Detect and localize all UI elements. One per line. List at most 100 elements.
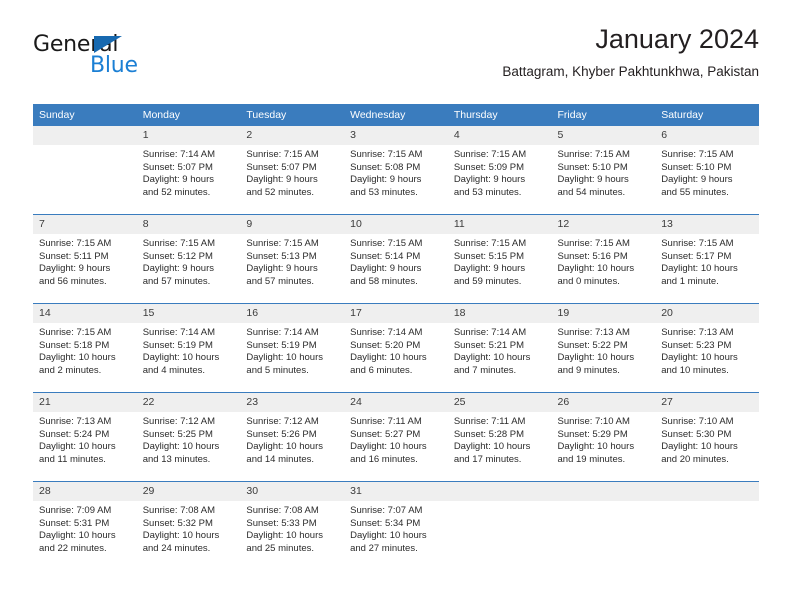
daylight-duration-line2: and 57 minutes. xyxy=(142,275,211,287)
day-number xyxy=(655,482,759,501)
sunset-time: Sunset: 5:26 PM xyxy=(246,428,317,440)
calendar-day-cell[interactable]: 26 Sunrise: 7:10 AM Sunset: 5:29 PM Dayligh… xyxy=(551,392,656,482)
weekday-header-wednesday: Wednesday xyxy=(344,104,448,126)
weekday-header-friday: Friday xyxy=(551,104,656,126)
daylight-duration-line2: and 2 minutes. xyxy=(39,364,102,376)
sunrise-time: Sunrise: 7:10 AM xyxy=(661,416,734,427)
sunrise-time: Sunrise: 7:15 AM xyxy=(39,327,112,338)
sunset-time: Sunset: 5:12 PM xyxy=(142,250,213,262)
sunrise-time: Sunrise: 7:15 AM xyxy=(557,238,630,249)
daylight-duration-line2: and 20 minutes. xyxy=(661,453,729,465)
logo-text-blue: Blue xyxy=(90,53,138,78)
daylight-duration-line2: and 7 minutes. xyxy=(453,364,517,376)
calendar-day-cell[interactable]: 17 Sunrise: 7:14 AM Sunset: 5:20 PM Dayligh… xyxy=(344,303,448,393)
sunset-time: Sunset: 5:08 PM xyxy=(350,161,421,173)
sunrise-time: Sunrise: 7:14 AM xyxy=(453,327,527,338)
calendar-day-cell[interactable]: 20 Sunrise: 7:13 AM Sunset: 5:23 PM Dayligh… xyxy=(655,303,759,393)
calendar-week-row: 1 Sunrise: 7:14 AM Sunset: 5:07 PM Daylight… xyxy=(33,126,759,215)
sunset-time: Sunset: 5:10 PM xyxy=(661,161,732,173)
calendar-day-cell[interactable]: 14 Sunrise: 7:15 AM Sunset: 5:18 PM Dayligh… xyxy=(33,303,137,393)
daylight-duration-line2: and 11 minutes. xyxy=(39,453,106,465)
page-subtitle: Battagram, Khyber Pakhtunkhwa, Pakistan xyxy=(502,64,759,79)
calendar-day-cell[interactable]: 28 Sunrise: 7:09 AM Sunset: 5:31 PM Dayligh… xyxy=(33,481,137,570)
calendar-day-cell[interactable]: 24 Sunrise: 7:11 AM Sunset: 5:27 PM Dayligh… xyxy=(344,392,448,482)
daylight-duration-line2: and 52 minutes. xyxy=(142,186,211,198)
calendar-day-cell[interactable]: 23 Sunrise: 7:12 AM Sunset: 5:26 PM Dayligh… xyxy=(240,392,345,482)
calendar-day-cell[interactable]: 8 Sunrise: 7:15 AM Sunset: 5:12 PM Daylight… xyxy=(136,214,241,304)
day-number: 11 xyxy=(447,215,552,234)
day-sun-info: Sunrise: 7:15 AM Sunset: 5:18 PM Daylight:… xyxy=(33,323,137,377)
calendar-day-cell[interactable]: 10 Sunrise: 7:15 AM Sunset: 5:14 PM Dayligh… xyxy=(344,214,448,304)
calendar-day-cell[interactable]: 22 Sunrise: 7:12 AM Sunset: 5:25 PM Dayligh… xyxy=(136,392,241,482)
sunset-time: Sunset: 5:23 PM xyxy=(661,339,732,351)
daylight-duration-line2: and 55 minutes. xyxy=(661,186,729,198)
daylight-duration-line2: and 4 minutes. xyxy=(142,364,206,376)
day-sun-info: Sunrise: 7:15 AM Sunset: 5:10 PM Daylight:… xyxy=(655,145,759,199)
calendar-day-cell[interactable]: 31 Sunrise: 7:07 AM Sunset: 5:34 PM Dayligh… xyxy=(344,481,448,570)
daylight-duration-line1: Daylight: 9 hours xyxy=(350,174,422,186)
sunset-time: Sunset: 5:11 PM xyxy=(39,250,109,262)
daylight-duration-line1: Daylight: 10 hours xyxy=(350,441,427,453)
general-blue-logo[interactable]: General Blue xyxy=(33,32,233,88)
daylight-duration-line1: Daylight: 9 hours xyxy=(453,263,526,275)
calendar-day-cell[interactable]: 19 Sunrise: 7:13 AM Sunset: 5:22 PM Dayligh… xyxy=(551,303,656,393)
daylight-duration-line2: and 6 minutes. xyxy=(350,364,413,376)
calendar-day-cell[interactable]: 4 Sunrise: 7:15 AM Sunset: 5:09 PM Daylight… xyxy=(447,126,552,215)
sunrise-time: Sunrise: 7:08 AM xyxy=(246,505,319,516)
daylight-duration-line1: Daylight: 10 hours xyxy=(246,530,323,542)
day-number: 14 xyxy=(33,304,137,323)
calendar-day-cell[interactable]: 1 Sunrise: 7:14 AM Sunset: 5:07 PM Daylight… xyxy=(136,126,241,215)
calendar-day-cell[interactable]: 29 Sunrise: 7:08 AM Sunset: 5:32 PM Dayligh… xyxy=(136,481,241,570)
calendar-day-cell[interactable]: 18 Sunrise: 7:14 AM Sunset: 5:21 PM Dayligh… xyxy=(447,303,552,393)
day-sun-info: Sunrise: 7:14 AM Sunset: 5:19 PM Daylight:… xyxy=(240,323,344,377)
calendar-day-cell[interactable]: 12 Sunrise: 7:15 AM Sunset: 5:16 PM Dayligh… xyxy=(551,214,656,304)
calendar-day-cell[interactable]: 11 Sunrise: 7:15 AM Sunset: 5:15 PM Dayligh… xyxy=(447,214,552,304)
day-number: 25 xyxy=(447,393,552,412)
day-number: 28 xyxy=(33,482,137,501)
daylight-duration-line1: Daylight: 9 hours xyxy=(557,174,629,186)
calendar-day-cell[interactable]: 21 Sunrise: 7:13 AM Sunset: 5:24 PM Dayligh… xyxy=(33,392,137,482)
daylight-duration-line2: and 24 minutes. xyxy=(142,542,211,554)
daylight-duration-line2: and 54 minutes. xyxy=(557,186,626,198)
day-number: 27 xyxy=(655,393,759,412)
day-sun-info: Sunrise: 7:13 AM Sunset: 5:22 PM Daylight:… xyxy=(552,323,656,377)
day-number: 29 xyxy=(136,482,241,501)
calendar-day-cell[interactable]: 25 Sunrise: 7:11 AM Sunset: 5:28 PM Dayligh… xyxy=(447,392,552,482)
calendar-day-cell[interactable]: 15 Sunrise: 7:14 AM Sunset: 5:19 PM Dayligh… xyxy=(136,303,241,393)
sunset-time: Sunset: 5:34 PM xyxy=(350,517,421,529)
daylight-duration-line2: and 14 minutes. xyxy=(246,453,315,465)
sunset-time: Sunset: 5:31 PM xyxy=(39,517,110,529)
daylight-duration-line1: Daylight: 10 hours xyxy=(661,352,738,364)
weekday-header-sunday: Sunday xyxy=(33,104,137,126)
calendar-day-cell[interactable]: 2 Sunrise: 7:15 AM Sunset: 5:07 PM Daylight… xyxy=(240,126,345,215)
day-number: 5 xyxy=(551,126,656,145)
daylight-duration-line2: and 53 minutes. xyxy=(350,186,418,198)
day-number: 13 xyxy=(655,215,759,234)
calendar-day-cell[interactable]: 5 Sunrise: 7:15 AM Sunset: 5:10 PM Daylight… xyxy=(551,126,656,215)
calendar-day-cell[interactable]: 30 Sunrise: 7:08 AM Sunset: 5:33 PM Dayligh… xyxy=(240,481,345,570)
day-sun-info: Sunrise: 7:12 AM Sunset: 5:26 PM Daylight:… xyxy=(240,412,344,466)
sunrise-time: Sunrise: 7:10 AM xyxy=(557,416,630,427)
sunrise-time: Sunrise: 7:15 AM xyxy=(246,238,319,249)
calendar-day-cell[interactable]: 3 Sunrise: 7:15 AM Sunset: 5:08 PM Daylight… xyxy=(344,126,448,215)
daylight-duration-line2: and 22 minutes. xyxy=(39,542,107,554)
daylight-duration-line2: and 53 minutes. xyxy=(453,186,522,198)
calendar-day-cell[interactable]: 7 Sunrise: 7:15 AM Sunset: 5:11 PM Daylight… xyxy=(33,214,137,304)
calendar-day-cell[interactable]: 13 Sunrise: 7:15 AM Sunset: 5:17 PM Dayligh… xyxy=(655,214,759,304)
calendar-day-cell[interactable]: 9 Sunrise: 7:15 AM Sunset: 5:13 PM Daylight… xyxy=(240,214,345,304)
calendar-day-cell[interactable]: 6 Sunrise: 7:15 AM Sunset: 5:10 PM Daylight… xyxy=(655,126,759,215)
calendar-day-cell[interactable]: 27 Sunrise: 7:10 AM Sunset: 5:30 PM Dayligh… xyxy=(655,392,759,482)
day-number xyxy=(551,482,656,501)
day-sun-info: Sunrise: 7:14 AM Sunset: 5:19 PM Daylight:… xyxy=(137,323,241,377)
day-number: 15 xyxy=(136,304,241,323)
daylight-duration-line1: Daylight: 10 hours xyxy=(142,352,220,364)
sunset-time: Sunset: 5:10 PM xyxy=(557,161,628,173)
calendar-cell-empty xyxy=(33,126,137,215)
day-sun-info: Sunrise: 7:15 AM Sunset: 5:15 PM Daylight:… xyxy=(448,234,552,288)
daylight-duration-line2: and 58 minutes. xyxy=(350,275,418,287)
calendar-day-cell[interactable]: 16 Sunrise: 7:14 AM Sunset: 5:19 PM Dayligh… xyxy=(240,303,345,393)
daylight-duration-line2: and 16 minutes. xyxy=(350,453,418,465)
daylight-duration-line2: and 27 minutes. xyxy=(350,542,418,554)
day-sun-info: Sunrise: 7:08 AM Sunset: 5:32 PM Daylight:… xyxy=(137,501,241,555)
calendar-cell-empty xyxy=(551,481,656,570)
